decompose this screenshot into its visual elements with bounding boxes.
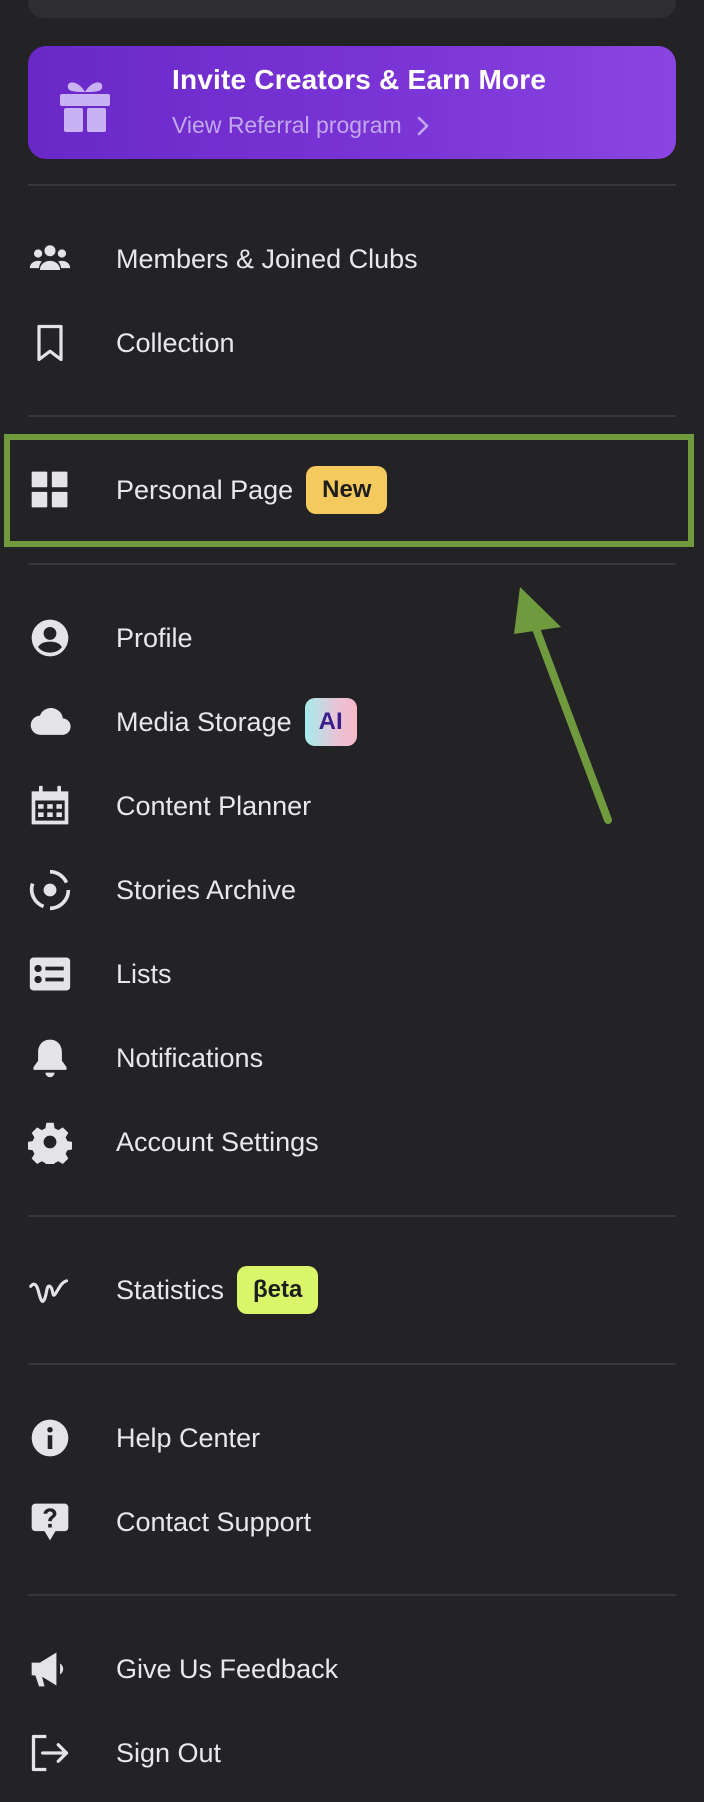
megaphone-icon — [28, 1645, 76, 1693]
menu-item-label: Content Planner — [116, 790, 312, 821]
banner-title: Invite Creators & Earn More — [172, 64, 547, 95]
divider — [28, 184, 676, 186]
menu-item-members[interactable]: Members & Joined Clubs — [28, 224, 676, 294]
menu-item-sign-out[interactable]: Sign Out — [28, 1718, 676, 1788]
menu-item-account-settings[interactable]: Account Settings — [28, 1107, 676, 1177]
divider — [28, 563, 676, 565]
referral-banner[interactable]: Invite Creators & Earn More View Referra… — [28, 46, 676, 159]
menu-item-label: Lists — [116, 958, 172, 989]
stats-icon — [28, 1266, 76, 1314]
bell-icon — [28, 1034, 76, 1082]
info-icon — [28, 1414, 76, 1462]
divider — [28, 1215, 676, 1217]
menu-item-contact-support[interactable]: Contact Support — [28, 1487, 676, 1557]
users-icon — [28, 235, 76, 283]
menu-item-notifications[interactable]: Notifications — [28, 1023, 676, 1093]
menu-item-feedback[interactable]: Give Us Feedback — [28, 1634, 676, 1704]
divider — [28, 415, 676, 417]
menu-item-lists[interactable]: Lists — [28, 939, 676, 1009]
list-icon — [28, 950, 76, 998]
divider — [28, 1363, 676, 1365]
stories-icon — [28, 866, 76, 914]
cloud-icon — [28, 698, 76, 746]
referral-link-label: View Referral program — [172, 112, 402, 138]
menu-item-label: Notifications — [116, 1042, 264, 1073]
gear-icon — [28, 1118, 76, 1166]
calendar-icon — [28, 782, 76, 830]
sign-out-icon — [28, 1729, 76, 1777]
user-circle-icon — [28, 614, 76, 662]
menu-item-label: Members & Joined Clubs — [116, 243, 418, 274]
menu-item-label: Give Us Feedback — [116, 1653, 339, 1684]
menu-item-help-center[interactable]: Help Center — [28, 1403, 676, 1473]
menu-item-collection[interactable]: Collection — [28, 308, 676, 378]
menu-item-label: Sign Out — [116, 1737, 222, 1768]
ai-badge: AI — [304, 698, 357, 746]
menu-item-label: Media Storage — [116, 706, 292, 737]
question-bubble-icon — [28, 1498, 76, 1546]
menu-item-label: Profile — [116, 622, 193, 653]
menu-item-label: Contact Support — [116, 1506, 312, 1537]
highlight-box — [4, 434, 694, 547]
gift-icon — [60, 82, 110, 132]
divider — [28, 1594, 676, 1596]
menu-item-label: Stories Archive — [116, 874, 297, 905]
menu-item-label: Collection — [116, 327, 235, 358]
top-card-edge — [28, 0, 676, 18]
menu-item-stories-archive[interactable]: Stories Archive — [28, 855, 676, 925]
menu-item-label: Help Center — [116, 1422, 261, 1453]
chevron-right-icon — [417, 116, 428, 135]
menu-item-label: Statistics — [116, 1274, 225, 1305]
referral-link[interactable]: View Referral program — [172, 112, 430, 139]
menu-item-statistics[interactable]: Statistics βeta — [28, 1255, 676, 1325]
beta-badge: βeta — [237, 1266, 319, 1314]
arrow-annotation-icon — [514, 587, 612, 824]
bookmark-icon — [28, 319, 76, 367]
menu-item-label: Account Settings — [116, 1126, 319, 1157]
